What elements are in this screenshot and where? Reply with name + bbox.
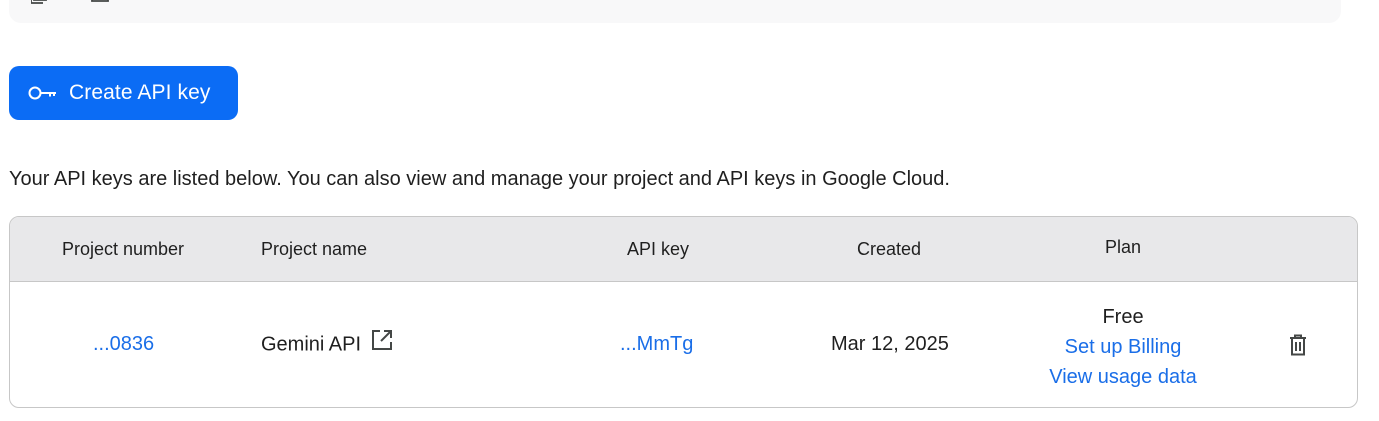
project-number-link[interactable]: ...0836 (93, 333, 154, 356)
column-header-created: Created (857, 239, 922, 259)
api-key-link[interactable]: ...MmTg (620, 333, 693, 356)
trash-icon[interactable] (1286, 333, 1310, 357)
plan-tier: Free (1102, 306, 1144, 328)
set-up-billing-link[interactable]: Set up Billing (1023, 332, 1223, 362)
table-row: ...0836 Gemini API ...MmTg Mar 12, 2025 … (10, 282, 1357, 407)
copy-icon[interactable] (30, 0, 49, 8)
key-icon (28, 85, 58, 101)
top-code-panel (9, 0, 1341, 23)
view-usage-data-link[interactable]: View usage data (1023, 362, 1223, 392)
column-header-project-name: Project name (261, 239, 368, 259)
document-icon[interactable] (91, 0, 109, 8)
project-name: Gemini API (261, 333, 362, 356)
open-in-new-icon[interactable] (371, 329, 393, 357)
column-header-project-number: Project number (62, 239, 185, 259)
column-header-api-key: API key (627, 239, 690, 259)
api-keys-description: Your API keys are listed below. You can … (9, 168, 950, 190)
create-api-key-button[interactable]: Create API key (9, 66, 238, 120)
table-header: Project number Project name API key Crea… (10, 217, 1357, 282)
api-keys-table: Project number Project name API key Crea… (9, 216, 1358, 408)
create-api-key-label: Create API key (69, 81, 211, 104)
column-header-plan: Plan (1105, 237, 1142, 257)
plan-cell: Free Set up Billing View usage data (1023, 302, 1223, 392)
created-date: Mar 12, 2025 (831, 333, 949, 355)
project-name-cell: Gemini API (261, 330, 393, 357)
